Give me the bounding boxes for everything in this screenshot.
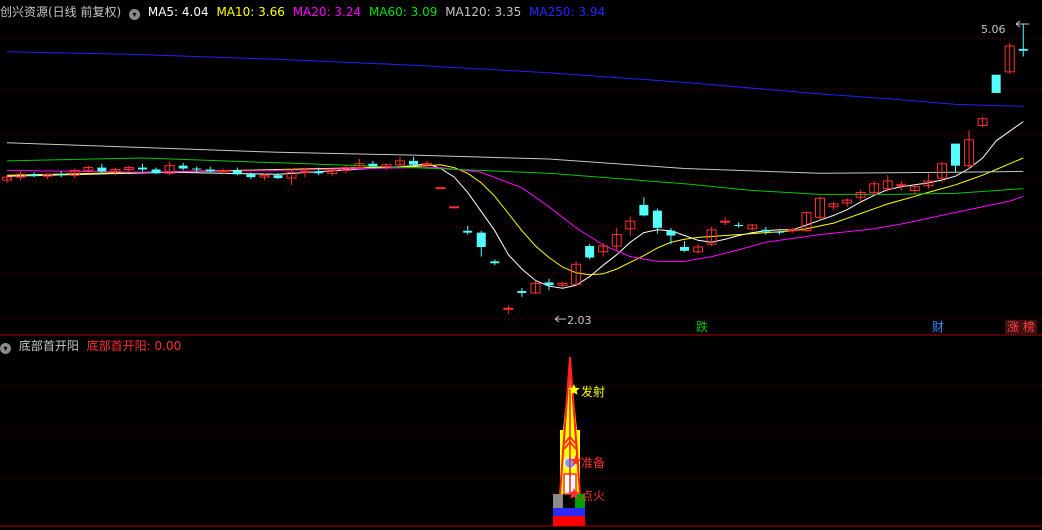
tag-board[interactable]: 榜 <box>1021 320 1038 335</box>
candle-body <box>1018 48 1028 51</box>
candle-body <box>517 291 527 293</box>
candle-body <box>422 163 433 166</box>
candle-body <box>490 261 500 264</box>
ma120-label: MA120: 3.35 <box>445 5 522 19</box>
signal-ignite-label: 点火 <box>581 489 606 503</box>
candle-body <box>273 175 283 179</box>
chevron-down-icon[interactable]: ▾ <box>0 343 11 354</box>
candle-body <box>368 163 378 167</box>
candle-body <box>192 168 202 170</box>
indicator-header: ▾ 底部首开阳 底部首开阳: 0.00 <box>0 339 185 354</box>
candle-body <box>476 232 486 248</box>
candle-body <box>314 171 324 174</box>
candle-body <box>205 169 215 172</box>
candle-body <box>991 74 1001 93</box>
ma20-label: MA20: 3.24 <box>292 5 362 19</box>
rocket-block-gray <box>553 494 563 508</box>
tag-finance[interactable]: 财 <box>930 320 946 335</box>
ma250-line <box>6 51 1024 107</box>
indicator-name: 底部首开阳 <box>18 339 79 353</box>
low-price-label: 2.03 <box>567 314 592 327</box>
ma60-label: MA60: 3.09 <box>368 5 438 19</box>
ma60-line <box>6 157 1024 195</box>
candle-body <box>503 307 514 310</box>
ma5-label: MA5: 4.04 <box>147 5 209 19</box>
candle-body <box>218 169 229 172</box>
candle-body <box>435 187 446 190</box>
candle-body <box>246 174 256 178</box>
candle-body <box>652 210 662 228</box>
candle-body <box>151 169 161 174</box>
ma5-line <box>6 121 1024 289</box>
candle-body <box>409 160 418 165</box>
ma120-line <box>6 142 1024 174</box>
candle-body <box>463 230 473 233</box>
rocket-band-blue <box>553 508 585 516</box>
tag-fall[interactable]: 跌 <box>694 320 710 335</box>
chevron-down-icon[interactable]: ▾ <box>129 9 141 20</box>
candle-body <box>300 170 311 173</box>
candle-body <box>787 229 798 232</box>
high-price-label: 5.06 <box>981 23 1006 36</box>
candle-body <box>56 174 66 176</box>
candle-body <box>774 231 784 233</box>
chart-window: 创兴资源(日线 前复权) ▾ MA5: 4.04 MA10: 3.66 MA20… <box>0 0 1042 530</box>
candle-body <box>138 167 147 170</box>
candle-body <box>896 184 907 187</box>
main-chart-header: 创兴资源(日线 前复权) ▾ MA5: 4.04 MA10: 3.66 MA20… <box>0 5 609 20</box>
candle-body <box>734 224 744 226</box>
candle-body <box>97 167 107 172</box>
candle-body <box>29 174 39 177</box>
tag-rise[interactable]: 涨 <box>1005 320 1022 335</box>
candle-body <box>720 220 731 223</box>
rocket-base <box>553 516 585 526</box>
ma250-label: MA250: 3.94 <box>529 5 606 19</box>
ma10-label: MA10: 3.66 <box>216 5 285 19</box>
candle-body <box>449 206 460 209</box>
candle-body <box>639 204 649 216</box>
candle-body <box>666 230 676 236</box>
candle-body <box>232 170 242 175</box>
candle-body <box>680 247 689 251</box>
candle-body <box>951 143 960 166</box>
indicator-value: 底部首开阳: 0.00 <box>86 339 182 353</box>
signal-fire-label: 发射 <box>581 385 606 399</box>
ma10-line <box>6 157 1024 276</box>
ma20-line <box>6 167 1024 262</box>
candle-body <box>761 229 771 232</box>
stock-title: 创兴资源(日线 前复权) <box>0 5 122 19</box>
candlestick-chart[interactable] <box>0 0 1042 530</box>
candle-body <box>544 282 554 286</box>
candle-body <box>178 165 188 169</box>
signal-ready-label: 准备 <box>581 456 606 470</box>
candle-body <box>585 246 595 258</box>
